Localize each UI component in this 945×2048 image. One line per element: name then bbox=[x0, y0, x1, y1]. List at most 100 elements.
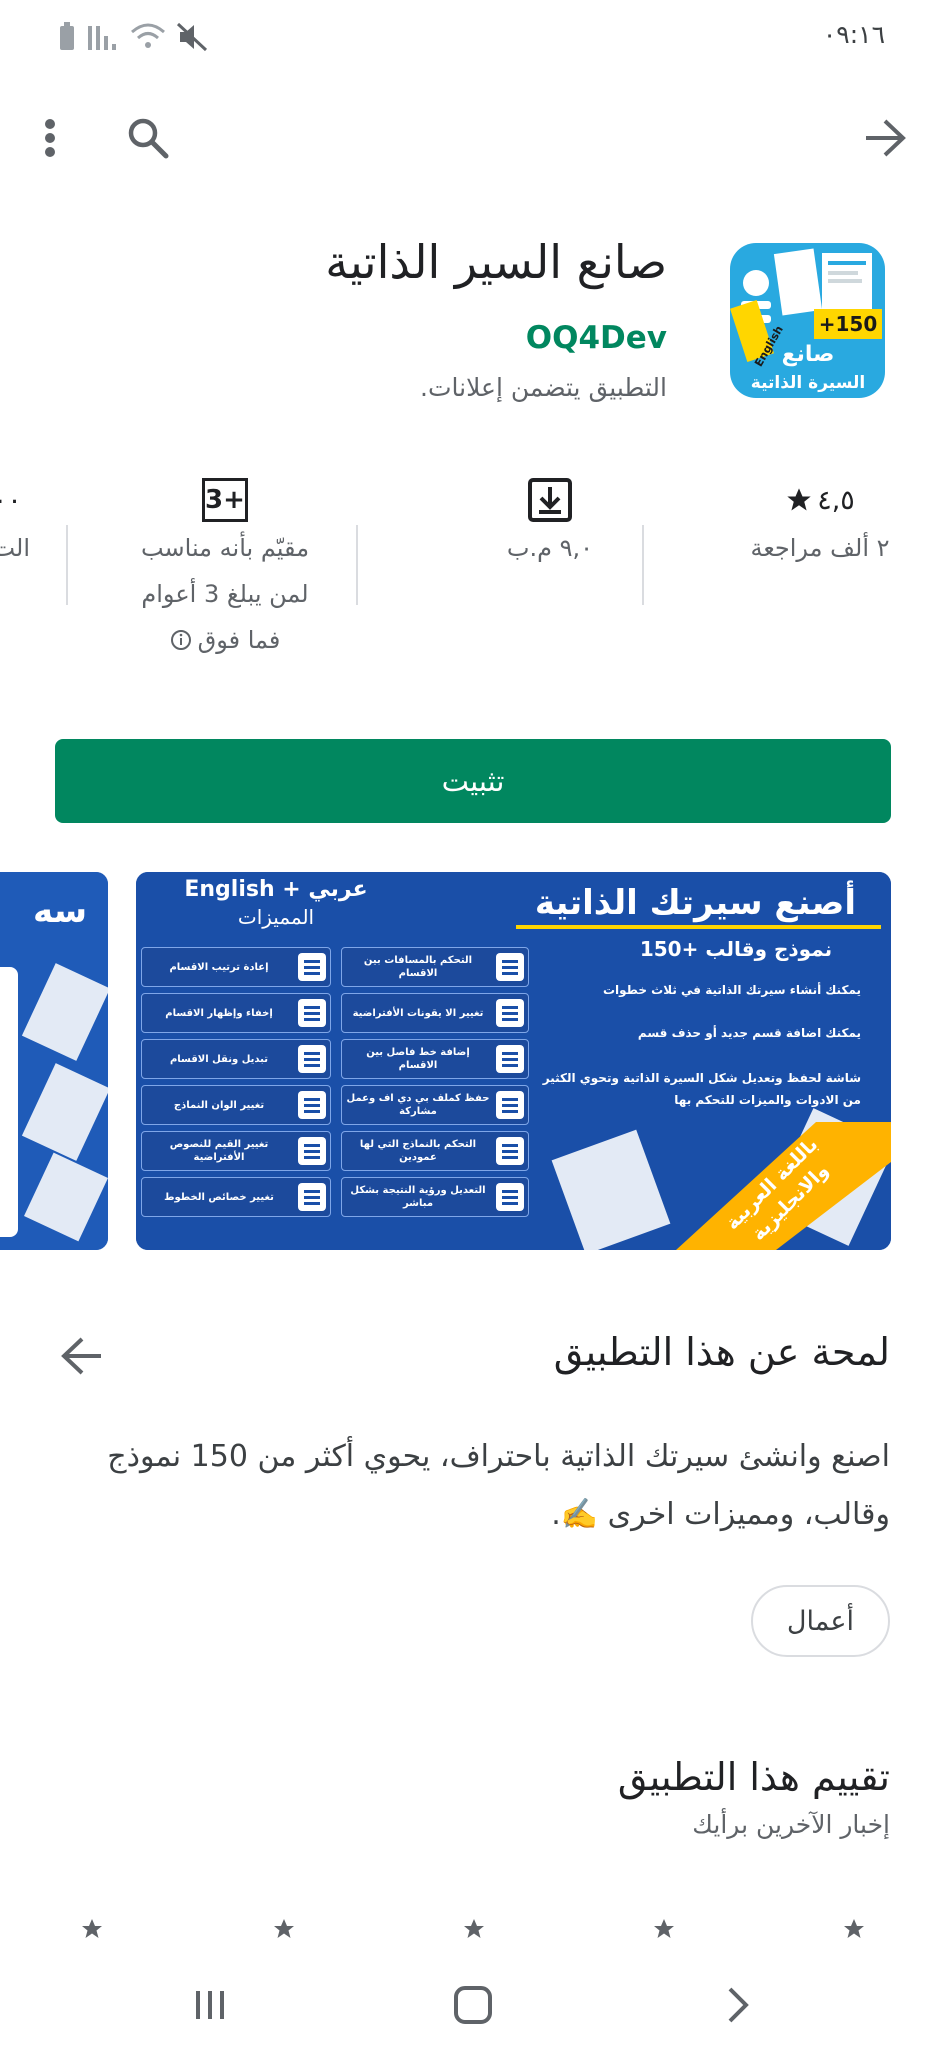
stat-size: ٩,٠ م.ب bbox=[470, 475, 630, 571]
about-arrow-icon[interactable] bbox=[60, 1336, 104, 1380]
category-chip[interactable]: أعمال bbox=[750, 1585, 890, 1657]
age-rating-badge: 3+ bbox=[202, 478, 248, 522]
feature-icon bbox=[298, 1091, 326, 1119]
screenshot-ribbon: باللغة العربية والانجليزية bbox=[721, 1137, 834, 1246]
size-label: ٩,٠ م.ب bbox=[506, 534, 594, 562]
back-arrow-icon[interactable] bbox=[855, 98, 915, 178]
toolbar bbox=[0, 98, 945, 178]
feature-icon bbox=[496, 953, 524, 981]
feature-item-right: تغيير الا يقونات الأفتراضية bbox=[341, 993, 529, 1033]
screenshot-desc-1: يمكنك أنشاء سيرتك الذاتية في ثلاث خطوات bbox=[603, 982, 861, 998]
stat-downloads: ١٠٠ الت bbox=[0, 475, 30, 571]
star-rating-icon[interactable] bbox=[462, 1917, 486, 1941]
feature-item-left: تغيير القيم للنصوص الأفتراضية bbox=[141, 1131, 331, 1171]
recents-icon[interactable] bbox=[190, 1985, 230, 2025]
about-title[interactable]: لمحة عن هذا التطبيق bbox=[554, 1330, 890, 1374]
rating-count: ٢ ألف مراجعة bbox=[750, 534, 890, 562]
status-bar: ٠٩:١٦ bbox=[0, 0, 945, 75]
downloads-value: ١٠٠ bbox=[0, 484, 22, 516]
mute-icon bbox=[176, 22, 208, 52]
feature-label: إضافة خط فاصل بين الاقسام bbox=[366, 1047, 470, 1071]
star-rating-icon[interactable] bbox=[80, 1917, 104, 1941]
feature-item-left: تبديل ونقل الاقسام bbox=[141, 1039, 331, 1079]
star-icon bbox=[787, 488, 811, 511]
feature-label: إخفاء وإظهار الاقسام bbox=[165, 1007, 273, 1019]
stat-divider bbox=[66, 525, 68, 605]
feature-item-left: تغيير خصائص الخطوط bbox=[141, 1177, 331, 1217]
feature-icon bbox=[496, 1045, 524, 1073]
feature-icon bbox=[298, 999, 326, 1027]
system-nav-bar bbox=[0, 1963, 945, 2048]
screenshot-template-count: 150+ نموذج وقالب bbox=[640, 937, 832, 961]
screenshot-desc-2: يمكنك اضافة قسم جديد أو حذف قسم bbox=[638, 1025, 861, 1041]
feature-label: التحكم بالمسافات بين الاقسام bbox=[363, 955, 473, 979]
stat-rating[interactable]: ٤,٥ ٢ ألف مراجعة bbox=[720, 475, 920, 571]
status-time: ٠٩:١٦ bbox=[822, 20, 885, 49]
downloads-label: الت bbox=[0, 534, 30, 562]
screenshot-2[interactable]: سه bbox=[0, 872, 108, 1250]
developer-link[interactable]: OQ4Dev bbox=[526, 320, 667, 356]
screenshot-features-title: المميزات bbox=[238, 905, 314, 929]
feature-icon bbox=[298, 1137, 326, 1165]
screenshot-desc-3: شاشة لحفظ وتعديل شكل السيرة الذاتية وتحو… bbox=[542, 1071, 861, 1107]
back-icon[interactable] bbox=[720, 1985, 756, 2025]
stat-divider bbox=[356, 525, 358, 605]
feature-item-right: التحكم بالنماذج التي لها عمودين bbox=[341, 1131, 529, 1171]
feature-label: تغيير القيم للنصوص الأفتراضية bbox=[169, 1139, 269, 1163]
screenshot-lang-badge: English + عربي bbox=[184, 877, 367, 902]
app-icon-line1: صانع bbox=[782, 342, 835, 367]
download-icon bbox=[528, 478, 572, 522]
feature-icon bbox=[496, 1183, 524, 1211]
feature-label: إعادة ترتيب الاقسام bbox=[169, 961, 269, 973]
install-button[interactable]: تثبيت bbox=[55, 739, 891, 823]
feature-item-left: تغيير الوان النماذج bbox=[141, 1085, 331, 1125]
feature-label: تغيير خصائص الخطوط bbox=[164, 1191, 274, 1203]
screenshot-title: أصنع سيرتك الذاتية bbox=[535, 880, 856, 923]
star-rating-icon[interactable] bbox=[842, 1917, 866, 1941]
star-rating-icon[interactable] bbox=[652, 1917, 676, 1941]
about-description: اصنع وانشئ سيرتك الذاتية باحتراف، يحوي أ… bbox=[107, 1439, 890, 1532]
feature-icon bbox=[298, 953, 326, 981]
feature-icon bbox=[496, 1091, 524, 1119]
feature-label: تغيير الا يقونات الأفتراضية bbox=[352, 1007, 484, 1019]
rating-value: ٤,٥ bbox=[720, 475, 920, 525]
app-title: صانع السير الذاتية bbox=[325, 235, 667, 289]
feature-icon bbox=[298, 1045, 326, 1073]
feature-grid: التحكم بالمسافات بين الاقسام تغيير الا يق… bbox=[141, 947, 531, 1247]
feature-item-right: التعديل ورؤية النتيجة بشكل مباشر bbox=[341, 1177, 529, 1217]
more-vert-icon[interactable] bbox=[30, 98, 70, 178]
app-icon-line2: السيرة الذاتية bbox=[751, 373, 865, 393]
home-icon[interactable] bbox=[453, 1985, 493, 2025]
app-icon: +150 English صانع السيرة الذاتية bbox=[730, 243, 885, 398]
feature-icon bbox=[496, 1137, 524, 1165]
feature-label: حفظ كملف بي دي اف وعمل مشاركة bbox=[346, 1093, 490, 1117]
feature-icon bbox=[298, 1183, 326, 1211]
content-rating-line3: فما فوق bbox=[110, 617, 340, 663]
feature-label: تبديل ونقل الاقسام bbox=[169, 1053, 269, 1065]
battery-icon bbox=[60, 22, 74, 50]
wifi-icon bbox=[131, 23, 165, 48]
screenshot-2-title: سه bbox=[33, 891, 87, 931]
star-rating-icon[interactable] bbox=[272, 1917, 296, 1941]
stat-divider bbox=[642, 525, 644, 605]
feature-item-right: التحكم بالمسافات بين الاقسام bbox=[341, 947, 529, 987]
feature-item-right: حفظ كملف بي دي اف وعمل مشاركة bbox=[341, 1085, 529, 1125]
feature-item-left: إخفاء وإظهار الاقسام bbox=[141, 993, 331, 1033]
feature-item-left: إعادة ترتيب الاقسام bbox=[141, 947, 331, 987]
feature-icon bbox=[496, 999, 524, 1027]
rating-stars bbox=[0, 1917, 945, 1947]
screenshot-1[interactable]: أصنع سيرتك الذاتية English + عربي المميز… bbox=[136, 872, 891, 1250]
status-icons bbox=[58, 22, 208, 52]
feature-label: التعديل ورؤية النتيجة بشكل مباشر bbox=[350, 1185, 486, 1209]
content-rating-line2: لمن يبلغ 3 أعوام bbox=[141, 580, 309, 608]
rate-subtitle: إخبار الآخرين برأيك bbox=[692, 1810, 890, 1839]
signal-icon bbox=[88, 26, 116, 50]
feature-label: التحكم بالنماذج التي لها عمودين bbox=[359, 1139, 477, 1163]
feature-item-right: إضافة خط فاصل بين الاقسام bbox=[341, 1039, 529, 1079]
feature-label: تغيير الوان النماذج bbox=[173, 1099, 265, 1111]
search-icon[interactable] bbox=[118, 98, 178, 178]
rate-title: تقييم هذا التطبيق bbox=[617, 1755, 890, 1799]
app-icon-count: +150 bbox=[819, 312, 878, 336]
stat-content-rating[interactable]: 3+ مقيّم بأنه مناسب لمن يبلغ 3 أعوام فما… bbox=[110, 475, 340, 663]
info-icon bbox=[170, 630, 191, 650]
